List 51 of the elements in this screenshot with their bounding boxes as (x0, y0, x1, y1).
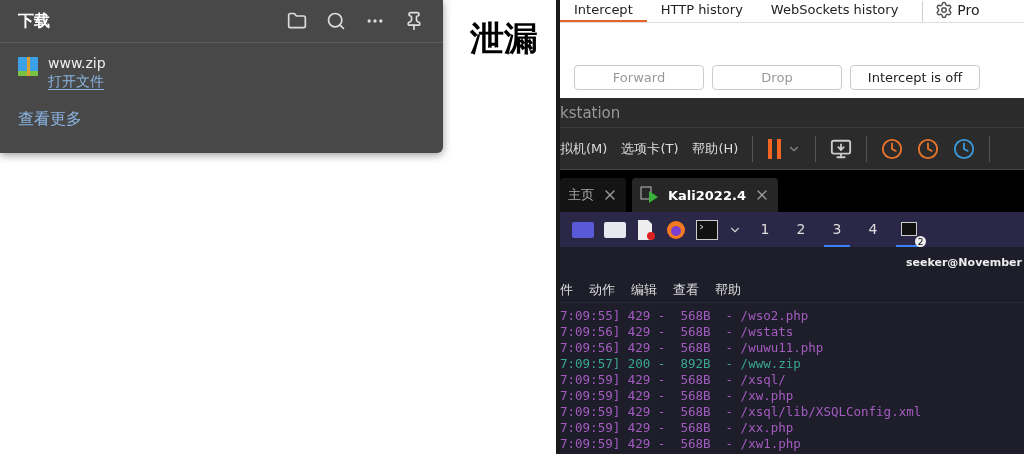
log-line: 7:09:59] 429 - 568B - /xw.php (560, 388, 795, 404)
browser-icon[interactable] (666, 219, 686, 240)
workspace-button[interactable]: 2 (788, 212, 814, 247)
clock-icon[interactable] (953, 137, 976, 160)
clock-icon[interactable] (917, 137, 940, 160)
menu-item[interactable]: 帮助(H) (692, 139, 739, 158)
archive-icon (18, 55, 38, 77)
open-file-link[interactable]: 打开文件 (48, 73, 104, 90)
terminal-icon[interactable] (696, 219, 718, 240)
vm-tab[interactable]: Kali2022.4 (632, 178, 778, 212)
monitor-icon[interactable] (830, 137, 853, 160)
log-line: 7:09:59] 429 - 568B - /xw1.php (560, 436, 802, 452)
settings-icon[interactable] (935, 1, 954, 19)
vm-tab-label: 主页 (568, 186, 594, 204)
menu-item[interactable]: 编辑 (631, 280, 657, 299)
log-line: 7:09:59] 429 - 568B - /xsql/lib/XSQLConfig.xml (560, 404, 923, 420)
menu-item[interactable]: 拟机(M) (560, 139, 608, 158)
vm-tab-label: Kali2022.4 (668, 187, 746, 203)
intercept-button[interactable]: Intercept is off (850, 65, 980, 90)
terminal-title: seeker@November (906, 255, 1022, 269)
menu-item[interactable]: 查看 (673, 280, 699, 299)
log-line: 7:09:59] 429 - 568B - /xx.php (560, 420, 795, 436)
log-line: 7:09:59] 429 - 568B - /xsql/ (560, 372, 787, 388)
file-name: www.zip (48, 55, 106, 71)
proxy-tab[interactable]: HTTP history (646, 2, 757, 22)
panel-title: 下载 (18, 10, 51, 32)
log-line: 7:09:56] 429 - 568B - /wstats (560, 324, 795, 340)
log-line: 7:09:56] 429 - 568B - /wuwu11.php (560, 340, 825, 356)
terminal-icon (901, 221, 917, 236)
page-heading: 泄漏 (470, 17, 538, 60)
log-line: 7:09:55] 429 - 568B - /wso2.php (560, 308, 810, 324)
window-count-badge: 2 (915, 236, 926, 247)
menu-item[interactable]: 件 (560, 280, 573, 299)
menu-item[interactable]: 选项卡(T) (621, 139, 679, 158)
document-icon[interactable] (636, 218, 656, 241)
proxy-tab[interactable]: Intercept (560, 2, 647, 22)
menu-item[interactable]: 帮助 (715, 280, 741, 299)
pause-icon[interactable] (767, 137, 784, 160)
see-more-link[interactable]: 查看更多 (18, 109, 82, 130)
workspace-button[interactable]: 4 (860, 212, 886, 247)
proxy-tab[interactable]: WebSockets history (756, 2, 913, 22)
vm-tab[interactable]: 主页 (560, 178, 626, 212)
settings-label[interactable]: Pro (957, 2, 980, 18)
window-title: kstation (560, 103, 621, 122)
play-icon (640, 186, 660, 204)
workspace-button[interactable]: 1 (752, 212, 778, 247)
search-icon[interactable] (325, 10, 347, 32)
clock-icon[interactable] (881, 137, 904, 160)
desktop-icon[interactable] (572, 221, 594, 238)
log-line: 7:09:57] 200 - 892B - /www.zip (560, 356, 802, 372)
menu-item[interactable]: 动作 (589, 280, 615, 299)
